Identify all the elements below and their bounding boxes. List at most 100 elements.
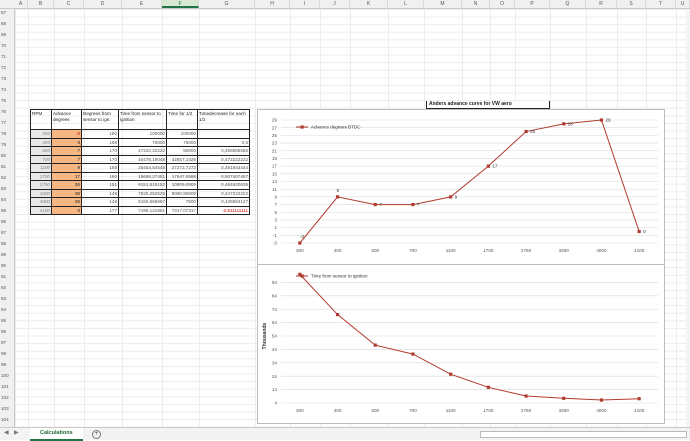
header-half[interactable]: Time for 1/2 [166, 109, 198, 130]
table-cell[interactable]: 100000 [166, 129, 198, 139]
row-header[interactable]: 87 [0, 229, 14, 237]
table-cell[interactable]: 17 [51, 171, 82, 181]
column-header-c[interactable]: C [54, 0, 84, 8]
table-cell[interactable]: 9151,515152 [118, 180, 167, 190]
column-header-s[interactable]: S [617, 0, 646, 8]
row-header[interactable]: 69 [0, 31, 14, 39]
table-cell[interactable]: 0,484920635 [197, 180, 250, 190]
table-cell[interactable]: 7195,121951 [118, 205, 167, 215]
column-header-r[interactable]: R [586, 0, 617, 8]
row-header[interactable]: 91 [0, 273, 14, 281]
table-cell[interactable]: 47222,22222 [118, 146, 167, 156]
table-cell[interactable]: 4000 [30, 197, 52, 207]
table-cell[interactable]: 3300 [30, 188, 52, 198]
table-cell[interactable]: 168 [81, 137, 119, 147]
column-header-t[interactable]: T [646, 0, 676, 8]
table-cell[interactable]: 15686,27451 [118, 171, 167, 181]
column-header-l[interactable]: L [388, 0, 424, 8]
row-header[interactable]: 90 [0, 262, 14, 270]
column-header-q[interactable]: Q [550, 0, 586, 8]
row-header[interactable]: 85 [0, 207, 14, 215]
table-cell[interactable]: 0,472222222 [197, 154, 250, 164]
row-header[interactable]: 72 [0, 64, 14, 72]
row-header[interactable]: 93 [0, 295, 14, 303]
column-header-a[interactable]: A [14, 0, 28, 8]
horizontal-scrollbar[interactable] [480, 431, 687, 438]
table-cell[interactable]: -2,811111111 [197, 205, 250, 215]
row-header[interactable]: 84 [0, 196, 14, 204]
tab-left-arrow-icon[interactable]: ◀ [4, 429, 9, 436]
row-header[interactable]: 94 [0, 306, 14, 314]
table-cell[interactable]: 180 [81, 129, 119, 139]
table-cell[interactable]: 17647,0588 [166, 171, 198, 181]
table-cell[interactable]: 29 [51, 197, 82, 207]
table-cell[interactable]: 177 [81, 205, 119, 215]
table-cell[interactable]: 149 [81, 188, 119, 198]
table-cell[interactable]: 26 [51, 180, 82, 190]
row-header[interactable]: 102 [0, 394, 14, 402]
column-header-h[interactable]: H [255, 0, 290, 8]
column-header-g[interactable]: G [199, 0, 255, 8]
table-cell[interactable]: 0,507407407 [197, 171, 250, 181]
table-cell[interactable]: 0,455555556 [197, 146, 250, 156]
table-cell[interactable]: 7525,252525 [118, 188, 167, 198]
table-cell[interactable]: 170 [81, 146, 119, 156]
row-header[interactable]: 67 [0, 9, 14, 17]
table-cell[interactable]: 168 [81, 163, 119, 173]
header-time[interactable]: Time from sensor to ignition [118, 109, 167, 130]
table-cell[interactable]: 6166,666667 [118, 197, 167, 207]
column-header-u[interactable]: U [676, 0, 690, 8]
table-cell[interactable]: 0,426984127 [197, 197, 250, 207]
row-header[interactable]: 103 [0, 405, 14, 413]
row-header[interactable]: 99 [0, 361, 14, 369]
table-cell[interactable]: 1100 [30, 163, 52, 173]
table-cell[interactable]: 70000 [118, 137, 167, 147]
row-header[interactable]: 80 [0, 152, 14, 160]
table-cell[interactable]: 0 [51, 205, 82, 215]
row-header[interactable]: 88 [0, 240, 14, 248]
row-header[interactable]: 74 [0, 86, 14, 94]
row-header[interactable]: 77 [0, 119, 14, 127]
row-header[interactable]: 86 [0, 218, 14, 226]
table-cell[interactable]: 600 [30, 146, 52, 156]
row-header[interactable]: 71 [0, 53, 14, 61]
table-cell[interactable]: 0,447222222 [197, 188, 250, 198]
table-cell[interactable]: 7 [51, 146, 82, 156]
row-header[interactable]: 82 [0, 174, 14, 182]
table-cell[interactable]: 0,6 [197, 137, 250, 147]
table-cell[interactable]: 10909,0909 [166, 180, 198, 190]
table-cell[interactable]: 0,481944444 [197, 163, 250, 173]
row-header[interactable]: 95 [0, 317, 14, 325]
row-header[interactable]: 101 [0, 383, 14, 391]
table-cell[interactable]: 7500 [166, 197, 198, 207]
table-cell[interactable]: 27272,7273 [166, 163, 198, 173]
column-header-p[interactable]: P [515, 0, 550, 8]
row-header[interactable]: 73 [0, 75, 14, 83]
header-decrease[interactable]: Timedecrease for each 1/2 [197, 109, 250, 130]
table-cell[interactable]: 7 [51, 154, 82, 164]
tab-right-arrow-icon[interactable]: ▶ [14, 429, 19, 436]
table-cell[interactable]: 700 [30, 154, 52, 164]
column-header-m[interactable]: M [424, 0, 462, 8]
row-header[interactable]: 78 [0, 130, 14, 138]
table-cell[interactable]: 160 [81, 171, 119, 181]
header-advance[interactable]: Advance degrees [51, 109, 82, 130]
vertical-scrollbar[interactable] [686, 9, 690, 427]
table-cell[interactable]: 50000 [166, 146, 198, 156]
table-cell[interactable]: 75000 [166, 137, 198, 147]
column-header-f[interactable]: F [162, 0, 199, 8]
row-header[interactable]: 68 [0, 20, 14, 28]
table-cell[interactable]: 170 [81, 154, 119, 164]
table-cell[interactable]: 300 [30, 129, 52, 139]
table-cell[interactable]: -3 [51, 129, 82, 139]
table-cell[interactable]: 100000 [118, 129, 167, 139]
row-header[interactable]: 89 [0, 251, 14, 259]
row-header[interactable]: 100 [0, 372, 14, 380]
table-cell[interactable]: 9 [51, 163, 82, 173]
table-cell[interactable]: 25454,54545 [118, 163, 167, 173]
table-cell[interactable]: 42857,1429 [166, 154, 198, 164]
table-cell[interactable] [197, 129, 250, 139]
row-header[interactable]: 81 [0, 163, 14, 171]
table-cell[interactable]: 28 [51, 188, 82, 198]
row-header[interactable]: 75 [0, 97, 14, 105]
